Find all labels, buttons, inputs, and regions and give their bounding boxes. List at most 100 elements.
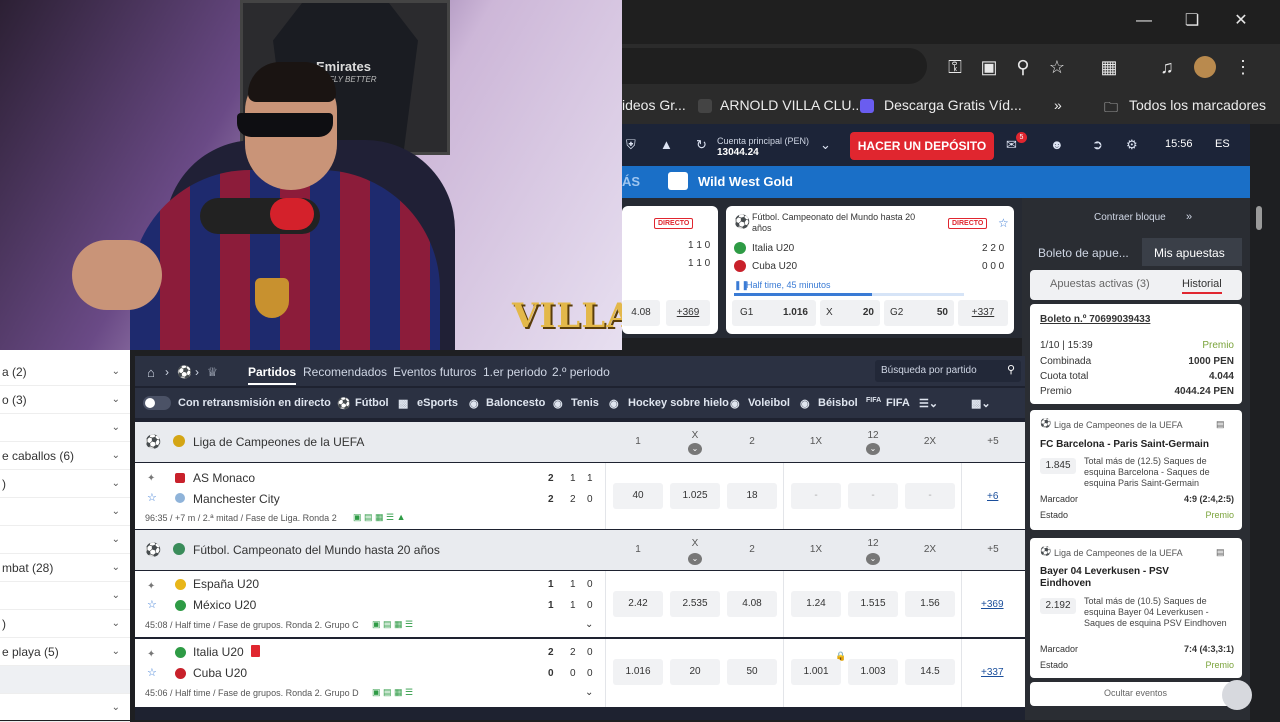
- ticket-number[interactable]: Boleto n.º 70699039433: [1040, 314, 1150, 325]
- promo-left-text[interactable]: ÁS: [622, 174, 640, 189]
- league-header[interactable]: ⚽ Fútbol. Campeonato del Mundo hasta 20 …: [135, 530, 1025, 570]
- shield-icon[interactable]: ⛨: [626, 137, 636, 153]
- stats-icon[interactable]: ▤: [1216, 419, 1225, 430]
- filter-sport[interactable]: Béisbol: [818, 397, 858, 409]
- odd-button[interactable]: 1.025: [670, 483, 720, 509]
- bookmark-item[interactable]: ideos Gr...: [622, 97, 686, 113]
- tab-eventos-futuros[interactable]: Eventos futuros: [393, 365, 476, 379]
- more-markets-link[interactable]: +6: [987, 491, 998, 502]
- sport-list-item[interactable]: mbat (28) ⌄: [0, 554, 130, 582]
- collapse-icon[interactable]: ⌄: [688, 553, 702, 565]
- tab-primer-periodo[interactable]: 1.er periodo: [483, 365, 547, 379]
- close-icon[interactable]: ✕: [1221, 6, 1261, 36]
- favorite-star-icon[interactable]: ☆: [998, 216, 1009, 230]
- chevron-down-icon[interactable]: ⌄: [585, 687, 593, 698]
- stats-icon[interactable]: ▤: [1216, 547, 1225, 558]
- tab-partidos[interactable]: Partidos: [248, 365, 297, 385]
- list-menu-icon[interactable]: ☰⌄: [919, 397, 938, 410]
- sport-list-item[interactable]: ) ⌄: [0, 610, 130, 638]
- pin-icon[interactable]: ✦: [147, 473, 155, 484]
- contract-block-button[interactable]: Contraer bloque: [1094, 212, 1166, 223]
- scrollbar[interactable]: [1222, 198, 1280, 720]
- bookmark-item[interactable]: Descarga Gratis Víd...: [884, 97, 1022, 113]
- subtab-history[interactable]: Historial: [1182, 278, 1222, 294]
- all-bookmarks[interactable]: Todos los marcadores: [1129, 97, 1266, 113]
- search-input[interactable]: Búsqueda por partido ⚲: [875, 360, 1021, 382]
- odd-button[interactable]: X 20: [820, 300, 880, 326]
- sport-list-item[interactable]: a (2) ⌄: [0, 358, 130, 386]
- match-row[interactable]: ✦ ☆ España U20 México U20 1 1 0 1 1 0 45…: [135, 571, 1025, 637]
- refresh-icon[interactable]: ↻: [696, 137, 707, 153]
- odd-button[interactable]: 2.42: [613, 591, 663, 617]
- more-markets-link[interactable]: +337: [981, 667, 1004, 678]
- user-icon[interactable]: ☻: [1050, 137, 1064, 152]
- chevron-down-icon[interactable]: ⌄: [585, 619, 593, 630]
- tab-my-bets[interactable]: Mis apuestas: [1142, 238, 1242, 266]
- trophy-icon[interactable]: ♕: [207, 365, 218, 379]
- more-markets-link[interactable]: +337: [958, 300, 1008, 326]
- bookmark-item[interactable]: ARNOLD VILLA CLU...: [720, 97, 863, 113]
- odd-button[interactable]: -: [848, 483, 898, 509]
- more-markets-link[interactable]: +369: [981, 599, 1004, 610]
- odd-button[interactable]: -: [791, 483, 841, 509]
- more-markets-link[interactable]: +369: [666, 300, 710, 326]
- video-icon[interactable]: ▣ ▤ ▦ ☰: [372, 687, 413, 698]
- sport-list-item[interactable]: e caballos (6) ⌄: [0, 442, 130, 470]
- install-icon[interactable]: ▣: [978, 56, 1000, 78]
- filter-sport[interactable]: eSports: [417, 397, 458, 409]
- live-card[interactable]: DIRECTO 1 1 0 1 1 0 4.08 +369: [622, 206, 718, 334]
- bell-icon[interactable]: ▲: [660, 137, 673, 152]
- favorite-star-icon[interactable]: ☆: [147, 666, 157, 679]
- search-icon[interactable]: ⚲: [1007, 363, 1015, 376]
- league-header[interactable]: ⚽ Liga de Campeones de la UEFA 1 X ⌄ 2 1…: [135, 422, 1025, 462]
- odd-button[interactable]: 1.56: [905, 591, 955, 617]
- odd-button[interactable]: 1.016: [613, 659, 663, 685]
- pin-icon[interactable]: ✦: [147, 581, 155, 592]
- odd-button[interactable]: 1.515: [848, 591, 898, 617]
- video-icon[interactable]: ▣ ▤ ▦ ☰: [372, 619, 413, 630]
- hide-events-button[interactable]: Ocultar eventos: [1104, 688, 1167, 698]
- tab-segundo-periodo[interactable]: 2.º periodo: [552, 365, 610, 379]
- menu-icon[interactable]: ⋮: [1232, 56, 1254, 78]
- odd-button[interactable]: 1.24: [791, 591, 841, 617]
- filter-sport[interactable]: Hockey sobre hielo: [628, 397, 729, 409]
- collapse-icon[interactable]: ⌄: [866, 553, 880, 565]
- odd-button[interactable]: 4.08: [727, 591, 777, 617]
- filter-sport[interactable]: Fútbol: [355, 397, 389, 409]
- sport-list-item[interactable]: o (3) ⌄: [0, 386, 130, 414]
- scrollbar-thumb[interactable]: [1256, 206, 1262, 230]
- gamepad-menu-icon[interactable]: ▩⌄: [971, 397, 991, 410]
- sport-list-item[interactable]: ⌄: [0, 526, 130, 554]
- gear-icon[interactable]: ⚙: [1126, 137, 1138, 153]
- favorite-star-icon[interactable]: ☆: [147, 491, 157, 504]
- odd-button[interactable]: 1.001: [791, 659, 841, 685]
- logout-icon[interactable]: ➲: [1092, 137, 1103, 153]
- sport-list-item[interactable]: ⌄: [0, 498, 130, 526]
- filter-sport[interactable]: Voleibol: [748, 397, 790, 409]
- pin-icon[interactable]: ✦: [147, 649, 155, 660]
- video-icon[interactable]: ▣ ▤ ▦ ☰ ▲: [353, 512, 406, 523]
- language-select[interactable]: ES: [1215, 138, 1230, 150]
- restore-icon[interactable]: ❏: [1172, 6, 1212, 36]
- extensions-icon[interactable]: ▦: [1098, 56, 1120, 78]
- favorite-star-icon[interactable]: ☆: [147, 598, 157, 611]
- odd-button[interactable]: 20: [670, 659, 720, 685]
- media-icon[interactable]: ♫: [1156, 56, 1178, 78]
- odd-button[interactable]: 18: [727, 483, 777, 509]
- deposit-button[interactable]: HACER UN DEPÓSITO: [850, 132, 994, 160]
- odd-button[interactable]: 1.003: [848, 659, 898, 685]
- sport-list-item[interactable]: e playa (5) ⌄: [0, 638, 130, 666]
- filter-sport[interactable]: Tenis: [571, 397, 599, 409]
- more-columns[interactable]: +5: [973, 436, 1013, 447]
- zoom-icon[interactable]: ⚲: [1012, 56, 1034, 78]
- odd-button[interactable]: 4.08: [622, 300, 660, 326]
- promo-title[interactable]: Wild West Gold: [698, 174, 793, 189]
- soccer-ball-icon[interactable]: ⚽: [177, 365, 192, 379]
- mail-icon[interactable]: ✉: [1006, 137, 1017, 153]
- chat-support-button[interactable]: [1222, 680, 1252, 710]
- minimize-icon[interactable]: —: [1124, 6, 1164, 36]
- tab-recomendados[interactable]: Recomendados: [303, 365, 387, 379]
- filter-sport[interactable]: FIFA: [886, 397, 910, 409]
- live-toggle[interactable]: [143, 396, 171, 410]
- odd-button[interactable]: -: [905, 483, 955, 509]
